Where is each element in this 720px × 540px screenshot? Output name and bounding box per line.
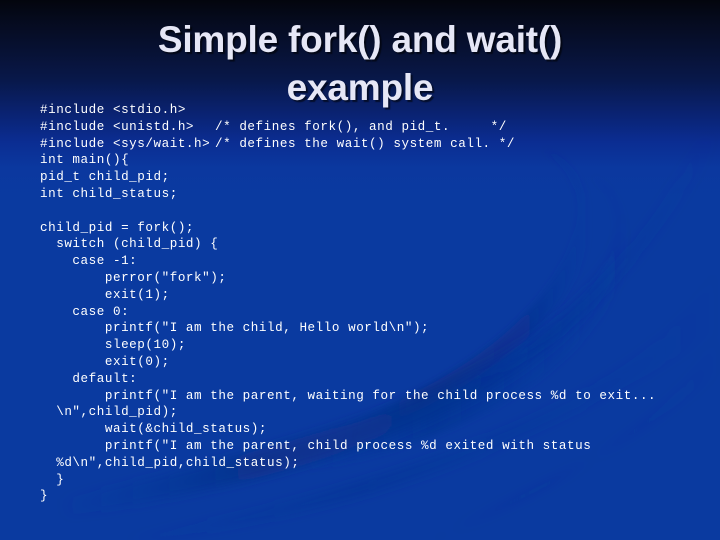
code-line: sleep(10);: [40, 338, 186, 353]
code-line: exit(1);: [40, 287, 170, 302]
code-line: printf("I am the parent, child process %…: [40, 438, 592, 453]
code-line: perror("fork");: [40, 270, 227, 285]
code-line-comment: /* defines fork(), and pid_t. */: [215, 119, 507, 134]
code-line: case -1:: [40, 254, 138, 269]
code-line: %d\n",child_pid,child_status);: [40, 455, 300, 470]
code-line: \n",child_pid);: [40, 405, 178, 420]
code-line: #include <sys/wait.h> /* defines the wait…: [40, 136, 700, 153]
code-line: }: [40, 472, 65, 487]
code-line: default:: [40, 371, 138, 386]
code-line: wait(&child_status);: [40, 422, 268, 437]
code-line: exit(0);: [40, 354, 170, 369]
code-line-comment: /* defines the wait() system call. */: [215, 136, 515, 151]
code-line: #include <stdio.h>: [40, 103, 186, 117]
code-line: int child_status;: [40, 186, 178, 201]
slide-title: Simple fork() and wait() example: [157, 19, 563, 108]
code-line: case 0:: [40, 304, 130, 319]
code-line: int main(){: [40, 153, 130, 168]
code-line: printf("I am the child, Hello world\n");: [40, 321, 430, 336]
code-line-text: #include <unistd.h>: [40, 119, 195, 134]
code-line-text: #include <sys/wait.h>: [40, 136, 211, 151]
code-line: switch (child_pid) {: [40, 237, 219, 252]
code-line: #include <unistd.h> /* defines fork(), an…: [40, 119, 700, 136]
code-line: printf("I am the parent, waiting for the…: [40, 388, 657, 403]
code-line: pid_t child_pid;: [40, 170, 170, 185]
code-block: #include <stdio.h> #include <unistd.h> /* …: [40, 102, 700, 505]
code-line: child_pid = fork();: [40, 220, 195, 235]
presentation-slide: Simple fork() and wait() example #includ…: [0, 0, 720, 540]
code-line: }: [40, 489, 49, 504]
